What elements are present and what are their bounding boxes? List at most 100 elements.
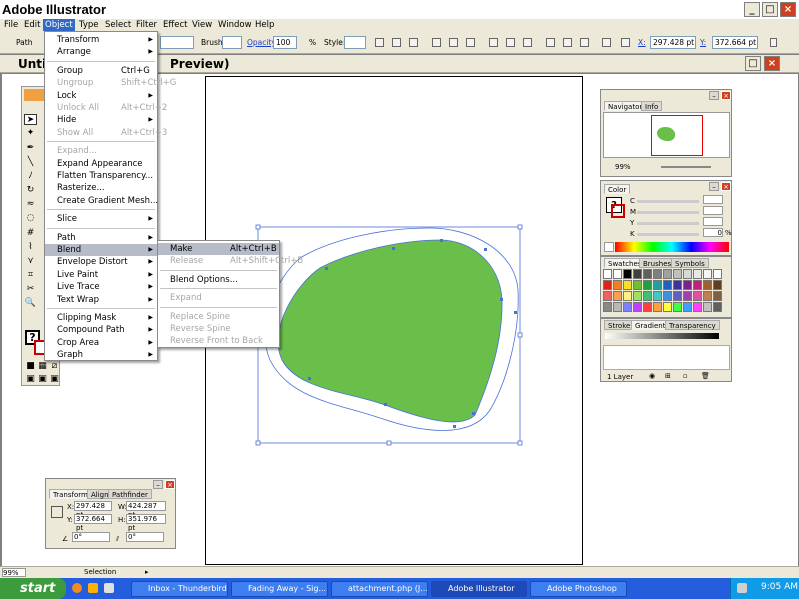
panel-minimize-icon[interactable]: – [153, 480, 163, 489]
object-menu-item-arrange[interactable]: Arrange ▶ [45, 46, 157, 58]
line-tool-icon[interactable]: ╲ [24, 157, 37, 168]
gradient-slider[interactable] [605, 333, 719, 339]
swatch-grid[interactable] [603, 269, 723, 317]
object-menu-item-group[interactable]: Group Ctrl+G [45, 65, 157, 77]
swatch[interactable] [623, 280, 632, 290]
swatch[interactable] [603, 280, 612, 290]
blend-menu-item-replace-spine[interactable]: Replace Spine [158, 311, 279, 323]
panel-close-icon[interactable]: × [165, 480, 175, 489]
task-fading-away[interactable]: Fading Away - Sig... [231, 581, 328, 597]
pen-tool-icon[interactable]: ✒ [24, 143, 37, 154]
swatch[interactable] [653, 302, 662, 312]
warp-tool-icon[interactable]: ≈ [24, 199, 37, 210]
object-menu-item-unlock-all[interactable]: Unlock All Alt+Ctrl+2 [45, 102, 167, 114]
channel-y-slider[interactable] [637, 222, 699, 225]
blend-menu-item-reverse-front-to-back[interactable]: Reverse Front to Back [158, 335, 279, 347]
navigator-zoom-value[interactable]: 99% [615, 163, 631, 171]
swatch[interactable] [603, 302, 612, 312]
swatch[interactable] [693, 280, 702, 290]
swatch[interactable] [693, 302, 702, 312]
navigator-zoom-slider[interactable] [661, 166, 711, 168]
channel-k-field[interactable]: 0 [703, 228, 723, 237]
panel-minimize-icon[interactable]: – [709, 182, 719, 191]
object-menu-item-blend[interactable]: Blend ▶ [45, 244, 157, 256]
task-adobe-illustrator[interactable]: Adobe Illustrator [431, 581, 527, 597]
object-menu-item-compound-path[interactable]: Compound Path ▶ [45, 324, 157, 336]
y-field[interactable]: 372.664 pt [74, 514, 112, 532]
blend-menu-item-expand[interactable]: Expand [158, 292, 279, 304]
object-menu-item-flatten-transparency[interactable]: Flatten Transparency... [45, 170, 157, 182]
swatch[interactable] [693, 291, 702, 301]
swatch[interactable] [713, 280, 722, 290]
make-clipping-mask-icon[interactable]: ◉ [649, 372, 655, 380]
mesh-tool-icon[interactable]: # [24, 228, 37, 239]
swatch[interactable] [643, 280, 652, 290]
swatch[interactable] [643, 302, 652, 312]
rotate-tool-icon[interactable]: ↻ [24, 185, 37, 196]
object-menu-item-show-all[interactable]: Show All Alt+Ctrl+3 [45, 127, 167, 139]
object-menu-item-graph[interactable]: Graph ▶ [45, 349, 157, 361]
swatch[interactable] [623, 291, 632, 301]
status-arrow-icon[interactable]: ▸ [145, 568, 149, 576]
swatch[interactable] [683, 269, 692, 279]
w-field[interactable]: 424.287 pt [126, 501, 166, 519]
channel-m-slider[interactable] [637, 211, 699, 214]
tab-transparency[interactable]: Transparency [665, 320, 720, 330]
swatch[interactable] [673, 302, 682, 312]
stroke-swatch-icon[interactable] [611, 204, 625, 218]
swatch[interactable] [613, 280, 622, 290]
magic-wand-tool-icon[interactable]: ✦ [24, 128, 37, 139]
zoom-field[interactable]: 99% [2, 568, 26, 577]
task-attachment[interactable]: attachment.php (J... [331, 581, 428, 597]
channel-c-field[interactable] [703, 195, 723, 204]
object-menu-item-create-gradient-mesh[interactable]: Create Gradient Mesh... [45, 195, 158, 207]
object-menu-item-rasterize[interactable]: Rasterize... [45, 182, 157, 194]
shear-field[interactable]: 0° [126, 532, 164, 542]
rotate-field[interactable]: 0° [72, 532, 110, 542]
firefox-quicklaunch-icon[interactable] [72, 583, 82, 593]
swatch[interactable] [613, 291, 622, 301]
thunderbird-quicklaunch-icon[interactable] [88, 583, 98, 593]
screen-mode-full-icon[interactable]: ▣ [48, 374, 61, 385]
swatch[interactable] [683, 291, 692, 301]
start-button[interactable]: start [0, 578, 66, 599]
swatch[interactable] [703, 291, 712, 301]
swatch[interactable] [633, 269, 642, 279]
symbol-sprayer-tool-icon[interactable]: ◌ [24, 213, 37, 224]
swatch[interactable] [633, 291, 642, 301]
swatch[interactable] [693, 269, 702, 279]
object-menu-item-text-wrap[interactable]: Text Wrap ▶ [45, 294, 157, 306]
new-layer-icon[interactable]: ▫ [683, 372, 688, 380]
status-info[interactable]: Selection [84, 568, 116, 576]
channel-m-field[interactable] [703, 206, 723, 215]
delete-layer-icon[interactable]: 🗑 [701, 372, 710, 380]
blend-menu-item-make[interactable]: Make Alt+Ctrl+B [158, 243, 279, 255]
tab-transform[interactable]: Transform [49, 489, 92, 499]
swatch[interactable] [713, 291, 722, 301]
object-menu-item-clipping-mask[interactable]: Clipping Mask ▶ [45, 312, 157, 324]
swatch[interactable] [653, 269, 662, 279]
layers-list[interactable] [603, 345, 730, 370]
crop-area-tool-icon[interactable]: ⌗ [24, 270, 37, 281]
create-sublayer-icon[interactable]: ⊞ [665, 372, 671, 380]
swatch[interactable] [713, 269, 722, 279]
navigator-preview[interactable] [603, 112, 730, 158]
swatch[interactable] [673, 269, 682, 279]
swatch[interactable] [643, 269, 652, 279]
h-field[interactable]: 351.976 pt [126, 514, 166, 532]
eyedropper-tool-icon[interactable]: ⌇ [24, 242, 37, 253]
none-mode-icon[interactable]: ⧄ [48, 361, 61, 372]
swatch[interactable] [663, 269, 672, 279]
task-adobe-photoshop[interactable]: Adobe Photoshop [530, 581, 627, 597]
blend-menu-item-reverse-spine[interactable]: Reverse Spine [158, 323, 279, 335]
channel-k-slider[interactable] [637, 233, 699, 236]
swatch[interactable] [613, 302, 622, 312]
object-menu-item-expand-appearance[interactable]: Expand Appearance [45, 158, 157, 170]
swatch[interactable] [603, 291, 612, 301]
swatch[interactable] [703, 302, 712, 312]
swatch[interactable] [663, 302, 672, 312]
paintbrush-tool-icon[interactable]: ﾉ [24, 171, 37, 182]
tray-app-icon[interactable] [737, 583, 747, 593]
tab-color[interactable]: Color [604, 184, 631, 194]
object-menu-item-ungroup[interactable]: Ungroup Shift+Ctrl+G [45, 77, 176, 89]
